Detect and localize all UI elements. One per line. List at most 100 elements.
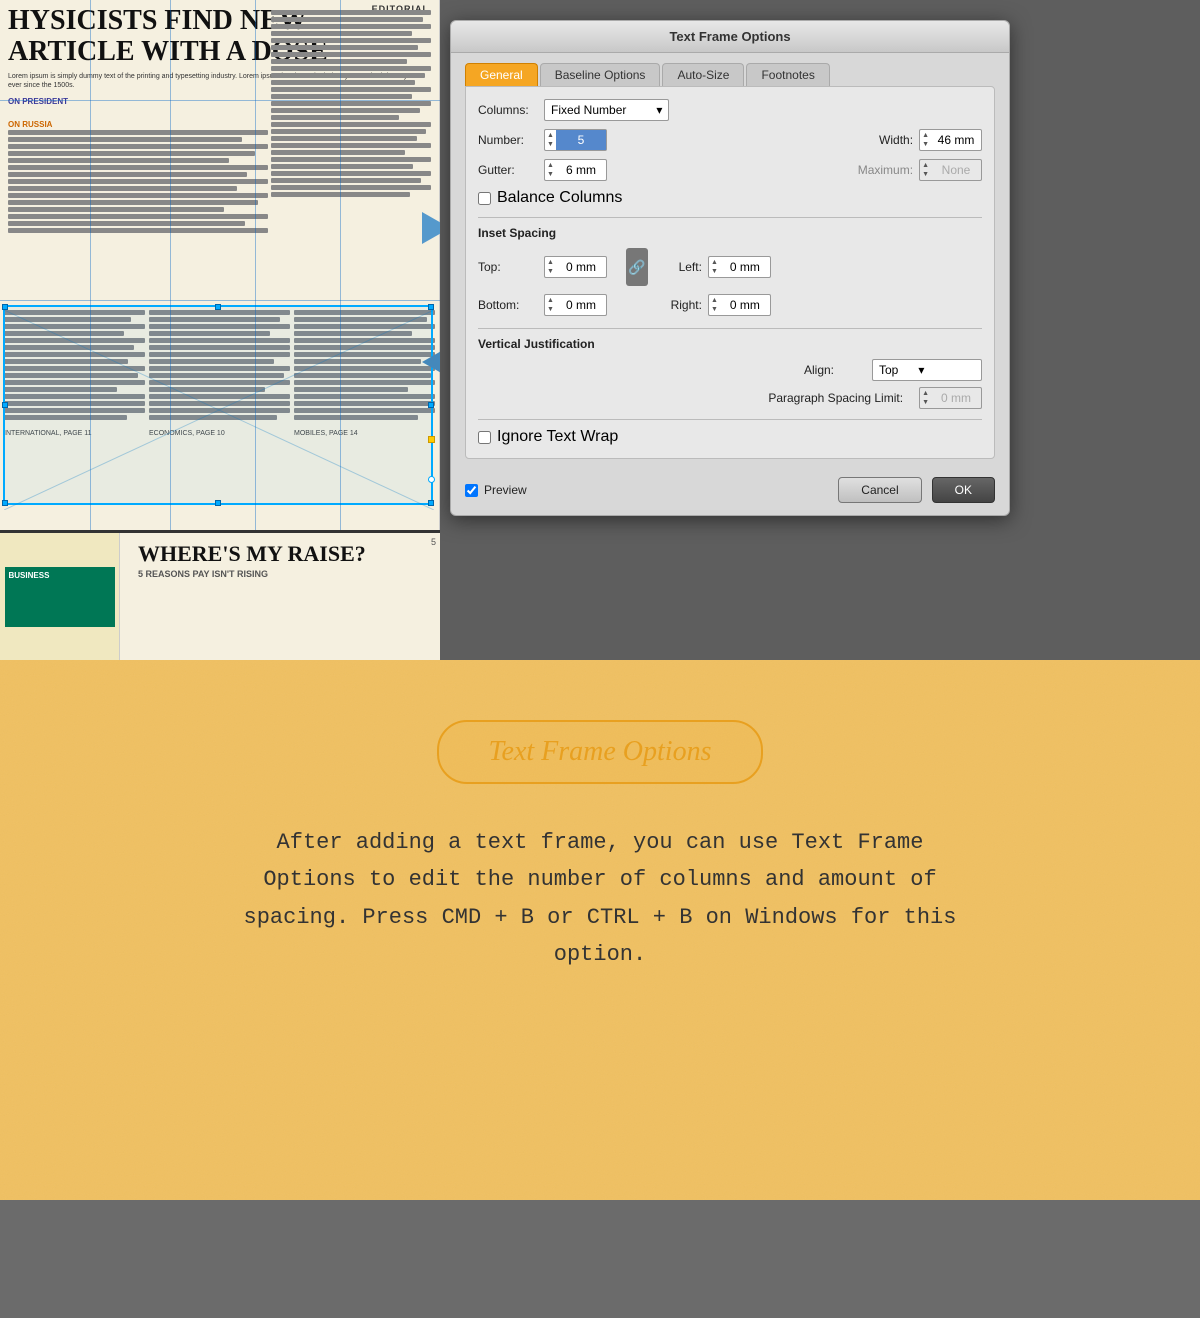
ignore-wrap-label: Ignore Text Wrap: [497, 428, 618, 446]
psl-field: [931, 388, 981, 408]
link-icon[interactable]: 🔗: [626, 248, 648, 286]
bottom-up-arrow[interactable]: ▲: [547, 297, 554, 305]
psl-input: ▲ ▼: [919, 387, 982, 409]
tab-footnotes[interactable]: Footnotes: [746, 63, 829, 86]
number-up-arrow[interactable]: ▲: [547, 132, 554, 140]
dialog-tabs: General Baseline Options Auto-Size Footn…: [451, 53, 1009, 86]
bottom-newspaper: BUSINESS WHERE'S MY RAISE? 5 REASONS PAY…: [0, 530, 440, 660]
left-arrow-indicator: [422, 346, 440, 378]
width-down-arrow[interactable]: ▼: [922, 141, 929, 149]
columns-value: Fixed Number: [551, 103, 626, 117]
left-label: Left:: [667, 260, 702, 274]
align-value: Top: [879, 363, 898, 377]
bottom-section: Text Frame Options After adding a text f…: [0, 660, 1200, 1200]
tab-general[interactable]: General: [465, 63, 538, 86]
yellow-handle: [428, 436, 435, 443]
top-label: Top:: [478, 260, 538, 274]
ok-button[interactable]: OK: [932, 477, 995, 503]
divider-2: [478, 328, 982, 329]
width-spinners[interactable]: ▲ ▼: [920, 132, 931, 149]
top-field[interactable]: [556, 257, 606, 277]
width-label: Width:: [873, 133, 913, 147]
right-up-arrow[interactable]: ▲: [711, 297, 718, 305]
vj-section: Align: Top ▾ Paragraph Spacing Limit: ▲ …: [478, 359, 982, 409]
business-subhead: 5 REASONS PAY ISN'T RISING: [130, 569, 430, 579]
gutter-input[interactable]: ▲ ▼: [544, 159, 607, 181]
number-width-row: Number: ▲ ▼ Width: ▲ ▼: [478, 129, 982, 151]
vj-align-row: Align: Top ▾: [478, 359, 982, 381]
left-down-arrow[interactable]: ▼: [711, 268, 718, 276]
left-input[interactable]: ▲ ▼: [708, 256, 771, 278]
cancel-button[interactable]: Cancel: [838, 477, 921, 503]
number-field[interactable]: [556, 130, 606, 150]
top-down-arrow[interactable]: ▼: [547, 268, 554, 276]
right-down-arrow[interactable]: ▼: [711, 306, 718, 314]
preview-check-container: Preview: [465, 483, 828, 497]
on-russia-label: ON RUSSIA: [8, 120, 52, 129]
top-left-row: Top: ▲ ▼ 🔗 Left:: [478, 248, 982, 286]
right-spinners[interactable]: ▲ ▼: [709, 297, 720, 314]
left-field[interactable]: [720, 257, 770, 277]
align-arrow-icon: ▾: [918, 363, 924, 377]
gutter-label: Gutter:: [478, 163, 538, 177]
bottom-description: After adding a text frame, you can use T…: [240, 824, 960, 974]
ignore-wrap-row: Ignore Text Wrap: [478, 428, 982, 446]
gutter-up-arrow[interactable]: ▲: [547, 162, 554, 170]
balance-columns-checkbox[interactable]: [478, 192, 491, 205]
columns-row: Columns: Fixed Number ▾: [478, 99, 982, 121]
thumbnail: BUSINESS: [0, 533, 120, 660]
maximum-label: Maximum:: [858, 163, 913, 177]
maximum-up-arrow: ▲: [922, 162, 929, 170]
canvas-area: HYSICISTS FIND NEW ARTICLE WITH A DOSE E…: [0, 0, 440, 660]
number-down-arrow[interactable]: ▼: [547, 141, 554, 149]
text-frame-options-dialog: Text Frame Options General Baseline Opti…: [450, 20, 1010, 516]
page-number: 5: [431, 537, 436, 547]
gutter-maximum-row: Gutter: ▲ ▼ Maximum: ▲ ▼: [478, 159, 982, 181]
vertical-justification-header: Vertical Justification: [478, 337, 982, 351]
width-input[interactable]: ▲ ▼: [919, 129, 982, 151]
preview-label: Preview: [484, 483, 527, 497]
top-up-arrow[interactable]: ▲: [547, 259, 554, 267]
width-field[interactable]: [931, 130, 981, 150]
maximum-spinners: ▲ ▼: [920, 162, 931, 179]
tab-baseline-options[interactable]: Baseline Options: [540, 63, 661, 86]
psl-label: Paragraph Spacing Limit:: [768, 391, 903, 405]
align-label: Align:: [804, 363, 864, 377]
dialog-title: Text Frame Options: [669, 29, 790, 44]
balance-columns-row: Balance Columns: [478, 189, 982, 207]
preview-checkbox[interactable]: [465, 484, 478, 497]
dialog-body: Columns: Fixed Number ▾ Number: ▲ ▼: [465, 86, 995, 459]
number-label: Number:: [478, 133, 538, 147]
top-input[interactable]: ▲ ▼: [544, 256, 607, 278]
gutter-spinners[interactable]: ▲ ▼: [545, 162, 556, 179]
business-headline: WHERE'S MY RAISE?: [130, 539, 430, 569]
gutter-down-arrow[interactable]: ▼: [547, 171, 554, 179]
align-dropdown[interactable]: Top ▾: [872, 359, 982, 381]
right-input[interactable]: ▲ ▼: [708, 294, 771, 316]
bottom-down-arrow[interactable]: ▼: [547, 306, 554, 314]
bottom-input[interactable]: ▲ ▼: [544, 294, 607, 316]
number-spinners[interactable]: ▲ ▼: [545, 132, 556, 149]
balance-columns-label: Balance Columns: [497, 189, 622, 207]
maximum-field: [931, 160, 981, 180]
gutter-field[interactable]: [556, 160, 606, 180]
business-label-tag: BUSINESS: [9, 571, 50, 580]
dialog-footer: Preview Cancel OK: [451, 469, 1009, 515]
psl-down-arrow: ▼: [922, 399, 929, 407]
left-column-bars: [8, 130, 268, 235]
ignore-wrap-checkbox[interactable]: [478, 431, 491, 444]
width-up-arrow[interactable]: ▲: [922, 132, 929, 140]
top-spinners[interactable]: ▲ ▼: [545, 259, 556, 276]
inset-spacing-header: Inset Spacing: [478, 226, 982, 240]
bottom-spinners[interactable]: ▲ ▼: [545, 297, 556, 314]
bottom-field[interactable]: [556, 295, 606, 315]
number-input[interactable]: ▲ ▼: [544, 129, 607, 151]
columns-dropdown[interactable]: Fixed Number ▾: [544, 99, 669, 121]
selection-box: [3, 305, 433, 505]
maximum-down-arrow: ▼: [922, 171, 929, 179]
right-field[interactable]: [720, 295, 770, 315]
dialog-panel: Text Frame Options General Baseline Opti…: [440, 0, 1200, 660]
tab-auto-size[interactable]: Auto-Size: [662, 63, 744, 86]
left-spinners[interactable]: ▲ ▼: [709, 259, 720, 276]
left-up-arrow[interactable]: ▲: [711, 259, 718, 267]
